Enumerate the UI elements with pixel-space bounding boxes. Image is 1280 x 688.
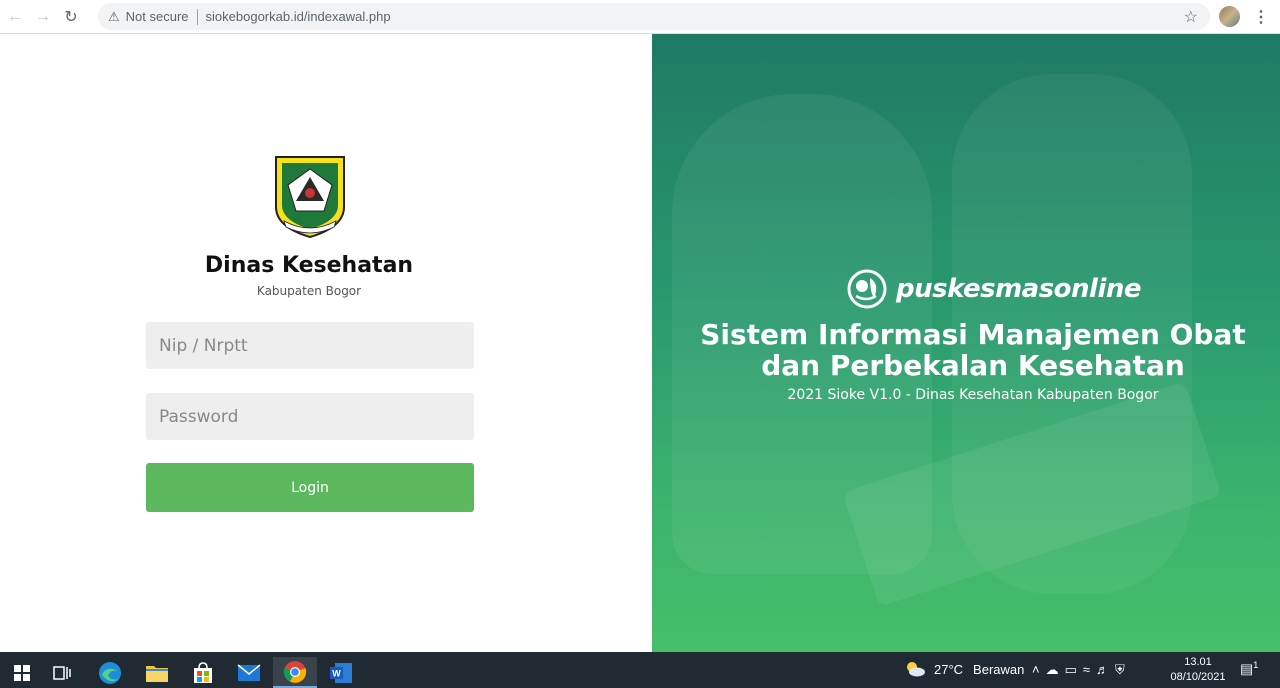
bogor-emblem-logo	[275, 156, 345, 239]
nip-input[interactable]	[146, 322, 474, 369]
browser-toolbar: ← → ↻ ⚠ Not secure siokebogorkab.id/inde…	[0, 0, 1280, 34]
battery-icon[interactable]: ▭	[1065, 662, 1083, 677]
cloud-sun-icon	[907, 662, 925, 677]
address-divider	[196, 8, 198, 25]
notification-count: 1	[1253, 660, 1259, 670]
clock[interactable]: 13.01 08/10/2021	[1166, 655, 1230, 685]
wifi-icon[interactable]: ≈	[1083, 662, 1096, 677]
back-icon[interactable]: ←	[4, 6, 26, 28]
system-tray[interactable]: ˄☁▭≈♬⛨	[1032, 662, 1131, 678]
org-title: Dinas Kesehatan	[204, 253, 414, 278]
clock-time: 13.01	[1184, 656, 1212, 668]
login-panel: Dinas Kesehatan Kabupaten Bogor Login	[0, 34, 652, 652]
weather-widget[interactable]: 27°C Berawan	[904, 661, 1024, 677]
onedrive-cloud-icon[interactable]: ☁	[1046, 662, 1065, 677]
warning-icon: ⚠	[108, 8, 120, 24]
forward-icon[interactable]: →	[32, 6, 54, 28]
login-button[interactable]: Login	[146, 463, 474, 512]
defender-shield-icon[interactable]: ⛨	[1115, 662, 1131, 677]
url-text: siokebogorkab.id/indexawal.php	[205, 9, 391, 24]
notification-center-icon[interactable]: ▤1	[1240, 660, 1258, 678]
brand-logo: puskesmasonline	[846, 268, 1142, 310]
taskbar: W 27°C Berawan ˄☁▭≈♬⛨ 13.01 08/10/2021 ▤…	[0, 652, 1280, 688]
task-view-icon[interactable]	[40, 657, 84, 688]
chevron-up-icon[interactable]: ˄	[1032, 662, 1046, 677]
mail-icon[interactable]	[227, 657, 271, 688]
password-input[interactable]	[146, 393, 474, 440]
windows-start-icon[interactable]	[0, 657, 44, 688]
brand-name: puskesmasonline	[896, 274, 1142, 304]
promo-panel: puskesmasonline Sistem Informasi Manajem…	[652, 34, 1280, 652]
store-icon[interactable]	[181, 657, 225, 688]
word-icon[interactable]: W	[319, 657, 363, 688]
system-headline: Sistem Informasi Manajemen Obat dan Perb…	[652, 319, 1280, 381]
clock-date: 08/10/2021	[1170, 671, 1226, 683]
file-explorer-icon[interactable]	[135, 657, 179, 688]
org-subtitle: Kabupaten Bogor	[256, 284, 362, 298]
address-bar[interactable]: ⚠ Not secure siokebogorkab.id/indexawal.…	[98, 3, 1210, 30]
version-footer: 2021 Sioke V1.0 - Dinas Kesehatan Kabupa…	[787, 387, 1159, 403]
bookmark-star-icon[interactable]: ☆	[1184, 7, 1198, 27]
chrome-icon[interactable]	[273, 657, 317, 688]
profile-avatar[interactable]	[1219, 6, 1240, 27]
weather-desc: Berawan	[973, 661, 1025, 677]
headline-line-1: Sistem Informasi Manajemen Obat	[700, 318, 1246, 351]
headline-line-2: dan Perbekalan Kesehatan	[761, 349, 1185, 382]
puskesmas-logo-icon	[847, 269, 887, 309]
reload-icon[interactable]: ↻	[60, 6, 82, 28]
weather-temp: 27°C	[934, 661, 964, 677]
volume-icon[interactable]: ♬	[1096, 662, 1115, 677]
edge-browser-icon[interactable]	[88, 657, 132, 688]
security-label: Not secure	[125, 9, 189, 24]
more-menu-icon[interactable]: ⋮	[1253, 7, 1269, 27]
svg-text:W: W	[332, 668, 341, 678]
